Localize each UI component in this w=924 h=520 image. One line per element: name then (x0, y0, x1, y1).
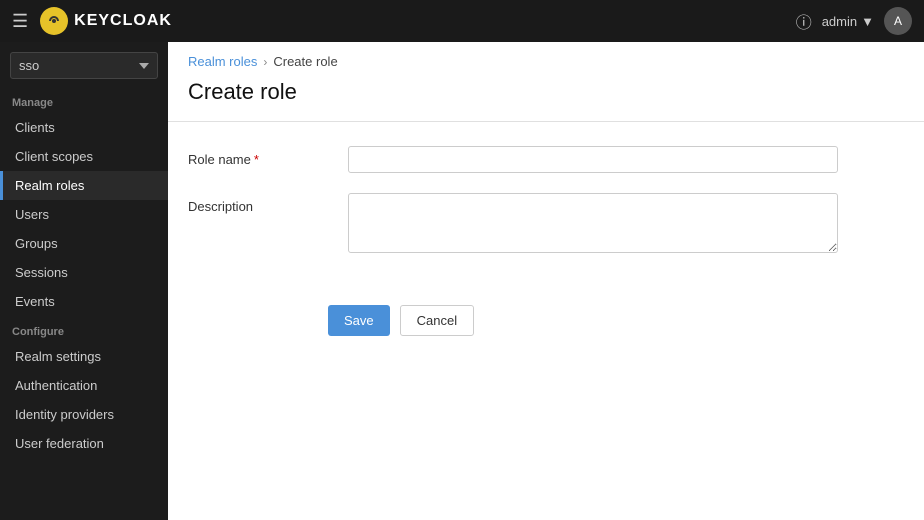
realm-selector[interactable]: sso master (10, 52, 158, 79)
layout: sso master Manage Clients Client scopes … (0, 42, 924, 520)
cancel-button[interactable]: Cancel (400, 305, 474, 336)
sidebar-item-clients[interactable]: Clients (0, 113, 168, 142)
topnav-left: ☰ KEYCLOAK (12, 7, 172, 35)
topnav: ☰ KEYCLOAK ⓘ admin ▼ A (0, 0, 924, 42)
help-icon[interactable]: ⓘ (796, 9, 812, 33)
create-role-form: Role name * Description (168, 122, 924, 297)
sidebar-item-sessions[interactable]: Sessions (0, 258, 168, 287)
admin-label: admin (822, 14, 857, 29)
hamburger-icon[interactable]: ☰ (12, 11, 28, 32)
breadcrumb-realm-roles[interactable]: Realm roles (188, 54, 257, 69)
sidebar-item-events[interactable]: Events (0, 287, 168, 316)
admin-menu[interactable]: admin ▼ (822, 14, 874, 29)
description-textarea[interactable] (348, 193, 838, 253)
logo-text: KEYCLOAK (74, 12, 172, 30)
form-actions: Save Cancel (168, 297, 924, 356)
sidebar-item-client-scopes[interactable]: Client scopes (0, 142, 168, 171)
role-name-label: Role name * (188, 146, 328, 167)
sidebar-item-authentication[interactable]: Authentication (0, 371, 168, 400)
sidebar: sso master Manage Clients Client scopes … (0, 42, 168, 520)
configure-section-label: Configure (0, 316, 168, 342)
sidebar-item-realm-settings[interactable]: Realm settings (0, 342, 168, 371)
avatar[interactable]: A (884, 7, 912, 35)
breadcrumb-current: Create role (273, 54, 337, 69)
breadcrumb: Realm roles › Create role (168, 42, 924, 75)
logo: KEYCLOAK (40, 7, 172, 35)
sidebar-item-user-federation[interactable]: User federation (0, 429, 168, 458)
chevron-down-icon: ▼ (861, 14, 874, 29)
description-row: Description (188, 193, 904, 253)
topnav-right: ⓘ admin ▼ A (796, 7, 912, 35)
sidebar-item-identity-providers[interactable]: Identity providers (0, 400, 168, 429)
main-content: Realm roles › Create role Create role Ro… (168, 42, 924, 520)
role-name-input[interactable] (348, 146, 838, 173)
required-indicator: * (254, 152, 259, 167)
sidebar-item-users[interactable]: Users (0, 200, 168, 229)
sidebar-item-groups[interactable]: Groups (0, 229, 168, 258)
save-button[interactable]: Save (328, 305, 390, 336)
page-title: Create role (168, 75, 924, 122)
sidebar-item-realm-roles[interactable]: Realm roles (0, 171, 168, 200)
role-name-row: Role name * (188, 146, 904, 173)
manage-section-label: Manage (0, 87, 168, 113)
description-label: Description (188, 193, 328, 214)
breadcrumb-separator: › (263, 55, 267, 69)
logo-icon (40, 7, 68, 35)
